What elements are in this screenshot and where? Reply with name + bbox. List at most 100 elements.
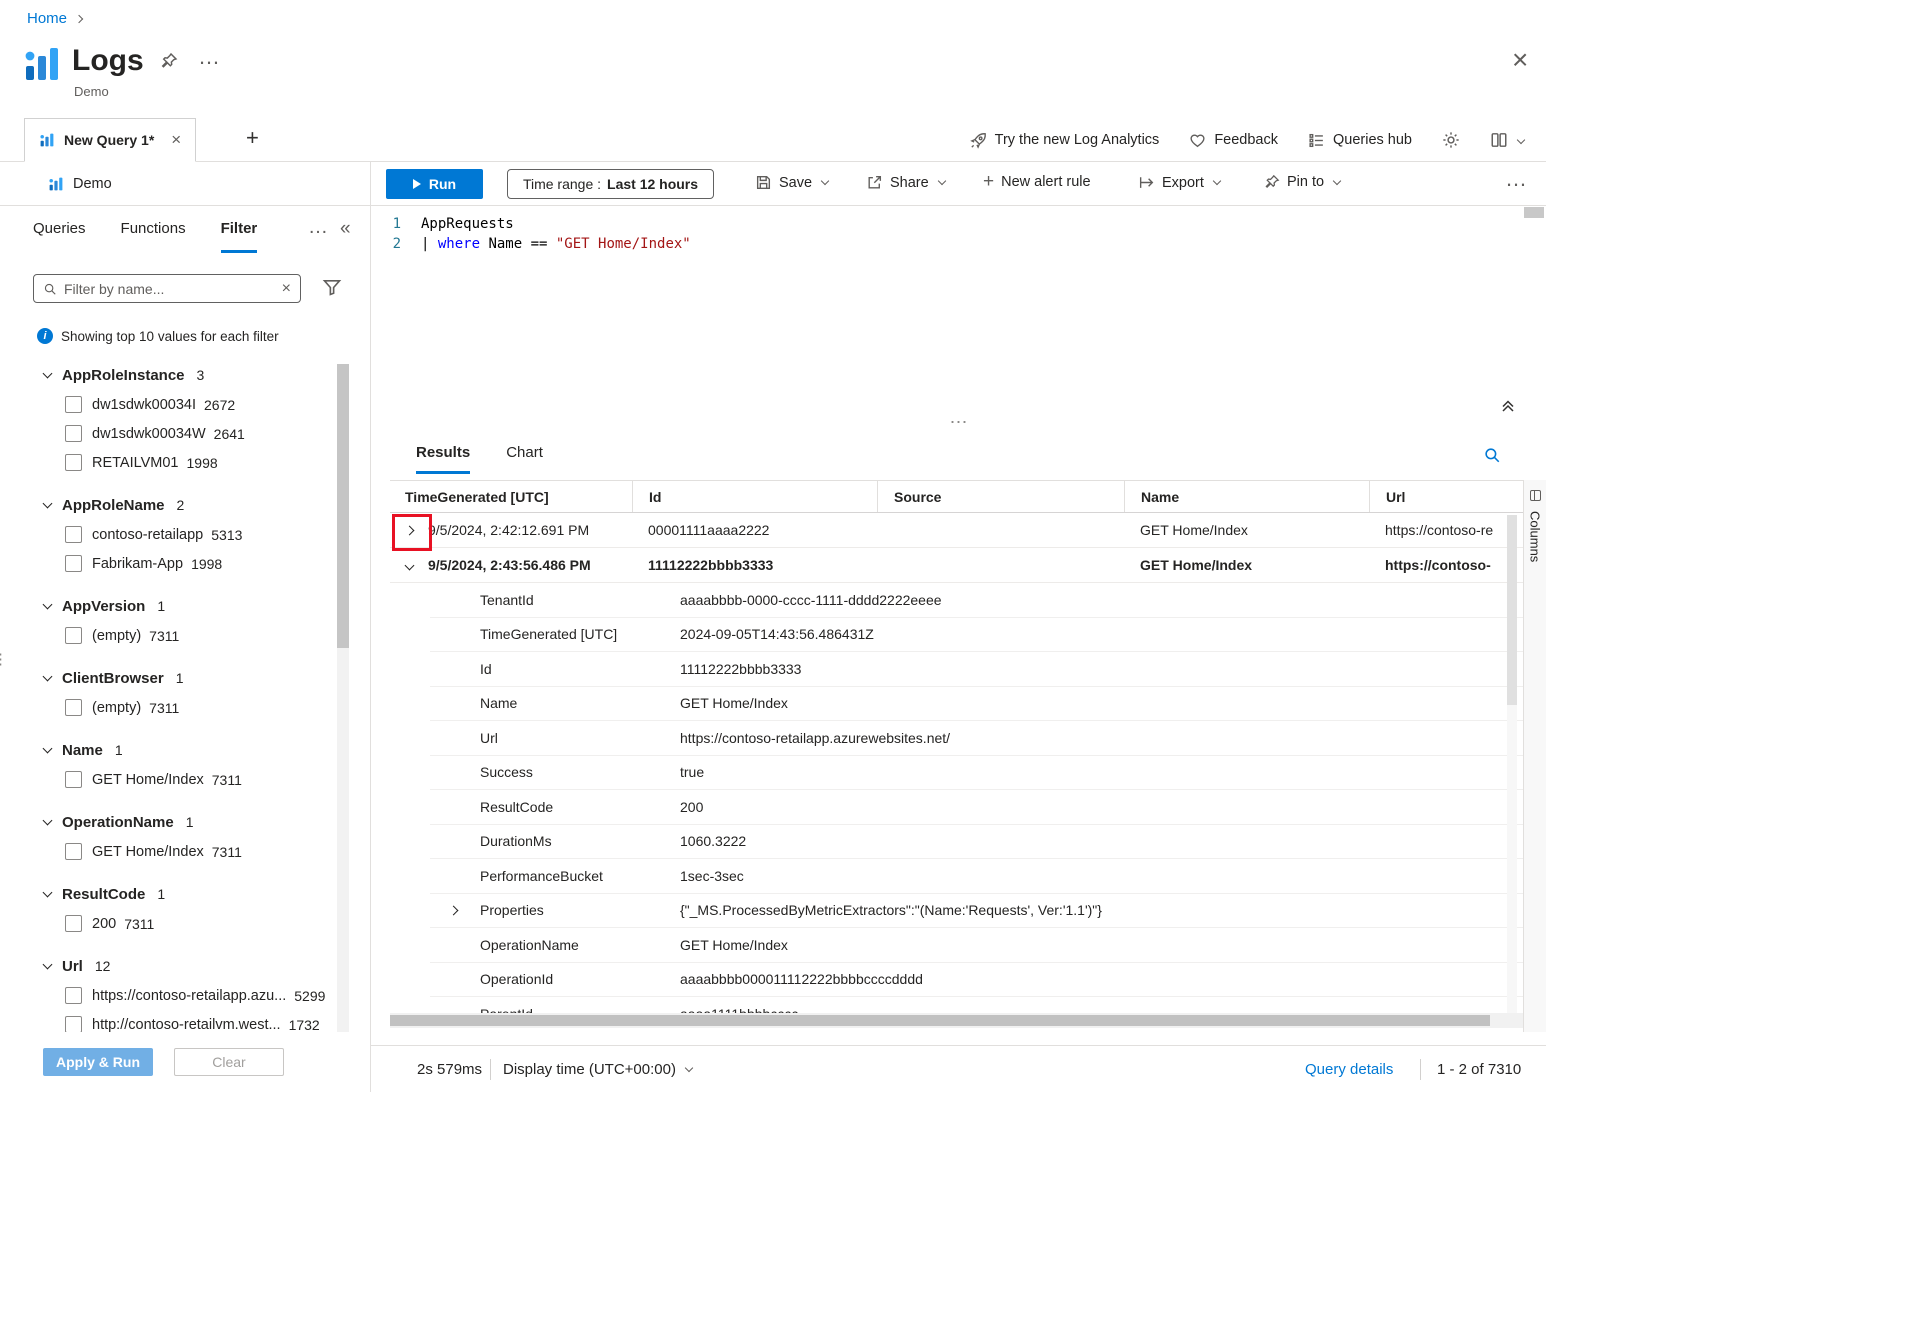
results-hscrollbar-thumb[interactable] [390, 1015, 1490, 1026]
filter-value-checkbox[interactable] [65, 555, 82, 572]
filter-group-header[interactable]: Name1 [44, 735, 336, 765]
statusbar-divider [490, 1059, 491, 1080]
filter-info-text: Showing top 10 values for each filter [61, 329, 279, 344]
sidebar-scrollbar-thumb[interactable] [337, 364, 349, 648]
filter-value-count: 5299 [294, 988, 325, 1004]
tab-queries[interactable]: Queries [33, 220, 86, 253]
query-editor[interactable]: 1AppRequests2| where Name == "GET Home/I… [371, 206, 1546, 434]
collapse-row-icon[interactable] [405, 560, 415, 570]
results-search-icon[interactable] [1483, 446, 1501, 469]
clear-button[interactable]: Clear [174, 1048, 284, 1076]
query-details-link[interactable]: Query details [1305, 1061, 1393, 1078]
results-vscrollbar-track[interactable] [1507, 515, 1517, 1013]
pin-to-button[interactable]: Pin to [1264, 174, 1340, 190]
tab-results[interactable]: Results [416, 444, 470, 474]
breadcrumb-home-link[interactable]: Home [27, 10, 67, 27]
tab-filter[interactable]: Filter [221, 220, 258, 253]
detail-row: ResultCode200 [430, 790, 1523, 825]
share-button[interactable]: Share [866, 174, 945, 191]
cell-name: GET Home/Index [1124, 557, 1369, 573]
main-panel: 1AppRequests2| where Name == "GET Home/I… [371, 206, 1546, 1092]
detail-row: OperationNameGET Home/Index [430, 928, 1523, 963]
column-header[interactable]: Id [632, 481, 877, 512]
columns-pane-toggle[interactable]: Columns [1523, 480, 1546, 1032]
close-icon[interactable]: × [1512, 46, 1528, 74]
new-tab-button[interactable]: + [246, 125, 259, 151]
detail-value: https://contoso-retailapp.azurewebsites.… [680, 730, 1523, 746]
time-range-picker[interactable]: Time range : Last 12 hours [507, 169, 714, 199]
filter-value-checkbox[interactable] [65, 526, 82, 543]
collapse-sidebar-icon[interactable]: « [340, 218, 351, 240]
filter-group-header[interactable]: OperationName1 [44, 807, 336, 837]
filter-value-checkbox[interactable] [65, 396, 82, 413]
filter-value-count: 7311 [149, 700, 179, 716]
filter-value-checkbox[interactable] [65, 627, 82, 644]
filter-group-header[interactable]: AppRoleName2 [44, 490, 336, 520]
filter-group-header[interactable]: Url12 [44, 951, 336, 981]
results-vscrollbar-thumb[interactable] [1507, 515, 1517, 705]
filter-group-header[interactable]: ResultCode1 [44, 879, 336, 909]
filter-value-label: GET Home/Index [92, 772, 204, 788]
tab-close-icon[interactable]: × [171, 130, 181, 150]
try-new-log-analytics-button[interactable]: Try the new Log Analytics [970, 132, 1160, 149]
scope-label: Demo [73, 176, 112, 192]
settings-button[interactable] [1442, 131, 1460, 149]
logs-window: Home Logs Demo … × New Query 1* × + [0, 0, 1546, 1092]
column-header[interactable]: Url [1369, 481, 1523, 512]
cell-id: 00001111aaaa2222 [632, 522, 877, 538]
filter-value-checkbox[interactable] [65, 454, 82, 471]
heart-icon [1189, 132, 1206, 149]
apply-and-run-button[interactable]: Apply & Run [43, 1048, 153, 1076]
editor-scrollbar-thumb[interactable] [1524, 207, 1544, 218]
filter-value-checkbox[interactable] [65, 699, 82, 716]
filter-value-checkbox[interactable] [65, 987, 82, 1004]
code-token: AppRequests [421, 216, 514, 232]
display-time-dropdown[interactable]: Display time (UTC+00:00) [503, 1061, 692, 1078]
filter-search-input[interactable] [64, 281, 275, 297]
layout-columns-button[interactable] [1490, 131, 1524, 149]
funnel-icon[interactable] [322, 277, 342, 302]
code-token: where [438, 236, 480, 252]
logs-app-icon [22, 44, 62, 84]
filter-value-checkbox[interactable] [65, 1016, 82, 1032]
pane-resize-handle[interactable]: ⋮ [0, 650, 8, 668]
filter-group-header[interactable]: ClientBrowser1 [44, 663, 336, 693]
expand-property-icon[interactable] [449, 905, 459, 915]
sidebar-more-icon[interactable]: … [308, 216, 328, 239]
export-label: Export [1162, 175, 1204, 191]
filter-group-header[interactable]: AppVersion1 [44, 591, 336, 621]
feedback-button[interactable]: Feedback [1189, 132, 1278, 149]
try-new-log-analytics-label: Try the new Log Analytics [995, 132, 1160, 148]
run-button[interactable]: Run [386, 169, 483, 199]
tab-new-query-1[interactable]: New Query 1* × [24, 118, 196, 162]
scope-selector[interactable]: Demo [0, 162, 371, 205]
export-button[interactable]: Export [1138, 174, 1220, 191]
tab-functions[interactable]: Functions [121, 220, 186, 253]
filter-group-name: OperationName [62, 814, 174, 831]
clear-search-icon[interactable]: × [282, 280, 291, 298]
column-header[interactable]: TimeGenerated [UTC] [390, 481, 632, 512]
filter-value-label: (empty) [92, 700, 141, 716]
editor-results-splitter[interactable]: ⋯ [950, 412, 968, 433]
column-header[interactable]: Source [877, 481, 1124, 512]
pin-page-icon[interactable] [160, 52, 178, 75]
page-more-icon[interactable]: … [198, 44, 221, 70]
filter-value-checkbox[interactable] [65, 425, 82, 442]
queries-hub-button[interactable]: Queries hub [1308, 132, 1412, 149]
filter-group-header[interactable]: AppRoleInstance3 [44, 360, 336, 390]
new-alert-rule-button[interactable]: + New alert rule [983, 174, 1091, 190]
cell-timegenerated: 9/5/2024, 2:43:56.486 PM [428, 557, 591, 573]
detail-value: 1060.3222 [680, 833, 1523, 849]
expand-row-icon[interactable] [405, 525, 415, 535]
tab-chart[interactable]: Chart [506, 444, 543, 474]
info-icon: i [37, 328, 53, 344]
filter-value-row: http://contoso-retailvm.west...1732 [44, 1010, 336, 1032]
filter-group-name: AppRoleInstance [62, 367, 185, 384]
save-button[interactable]: Save [755, 174, 828, 191]
filter-value-checkbox[interactable] [65, 843, 82, 860]
collapse-editor-icon[interactable] [1500, 398, 1516, 419]
filter-value-checkbox[interactable] [65, 915, 82, 932]
toolbar-more-icon[interactable]: … [1505, 166, 1527, 192]
filter-value-checkbox[interactable] [65, 771, 82, 788]
column-header[interactable]: Name [1124, 481, 1369, 512]
